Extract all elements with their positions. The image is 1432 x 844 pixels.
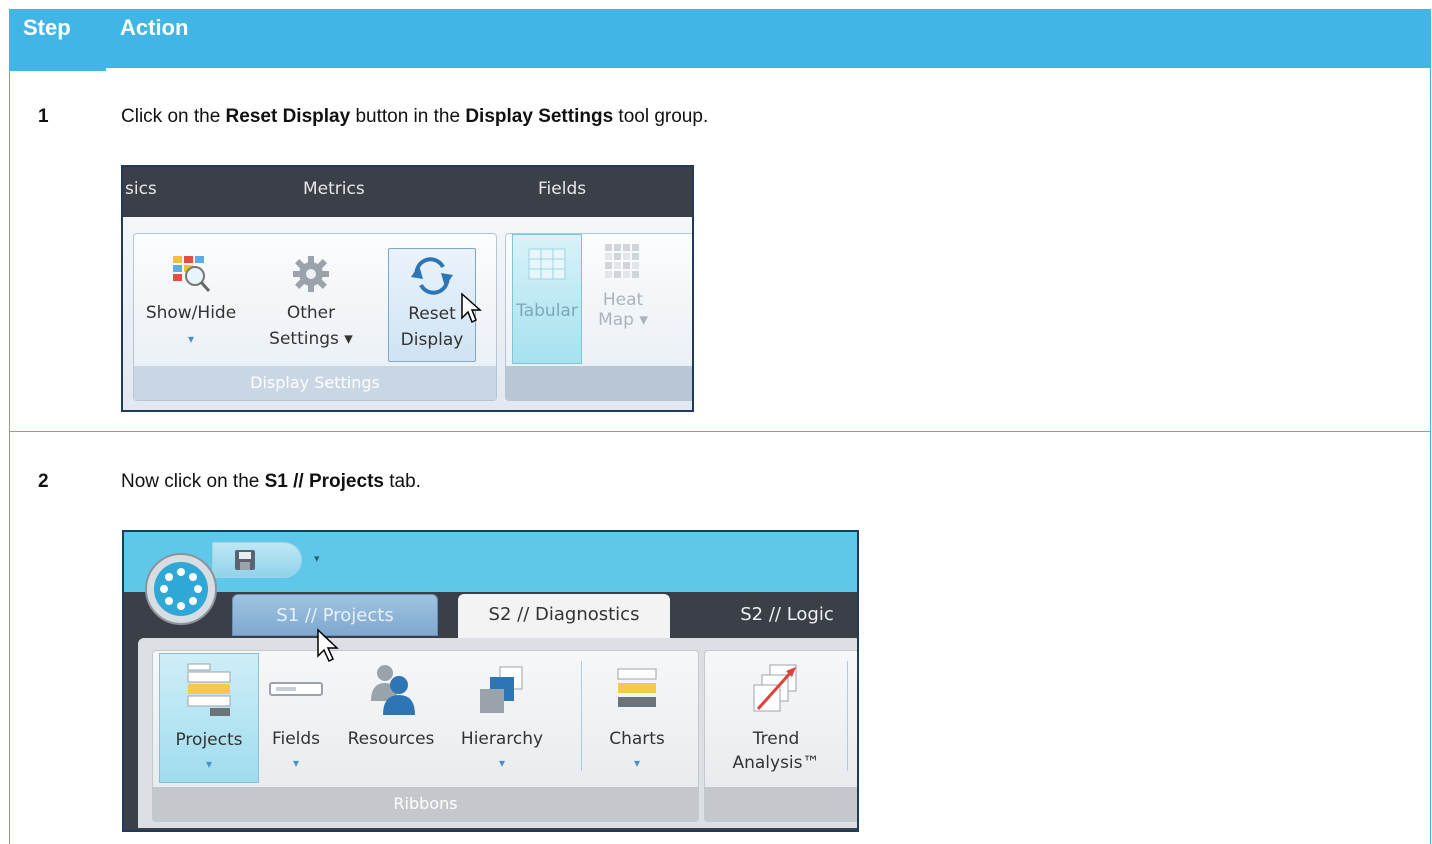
step-2-screenshot: ▾ S1 // Projects S2 // Diagnostics S2 //… <box>122 530 859 832</box>
tab-metrics[interactable]: Metrics <box>303 179 365 199</box>
ribbons-group: Projects ▾ Fields ▾ Resources Hierarchy … <box>152 650 699 822</box>
trend-analysis-icon <box>753 664 797 712</box>
resources-label: Resources <box>347 729 435 749</box>
step-1-number: 1 <box>38 106 49 127</box>
tab-s2-diagnostics[interactable]: S2 // Diagnostics <box>458 594 670 640</box>
chevron-down-icon: ▾ <box>633 756 641 770</box>
mouse-cursor-icon <box>317 628 339 663</box>
charts-icon <box>617 668 657 707</box>
projects-icon <box>187 663 231 716</box>
step-2-number: 2 <box>38 471 49 492</box>
fields-label: Fields <box>271 729 321 749</box>
reset-icon <box>411 257 453 295</box>
hierarchy-icon <box>480 666 523 713</box>
trend-analysis-label-2: Analysis™ <box>732 753 820 773</box>
quick-access-toolbar <box>212 542 302 578</box>
other-settings-label: Other <box>286 303 336 323</box>
app-logo-icon[interactable] <box>144 552 218 626</box>
trend-analysis-label: Trend <box>752 729 800 749</box>
table-header: Step Action <box>9 9 1431 71</box>
projects-label: Projects <box>175 730 243 750</box>
step-1-screenshot: sics Metrics Fields Show/Hide ▾ Other Se… <box>121 165 694 412</box>
hierarchy-button[interactable]: Hierarchy ▾ <box>445 653 559 781</box>
fields-icon <box>269 682 323 696</box>
tabular-label: Tabular <box>516 301 578 321</box>
gear-icon <box>293 256 329 292</box>
ribbon: Show/Hide ▾ Other Settings ▾ Reset Displ… <box>123 217 692 410</box>
tab-fields[interactable]: Fields <box>538 179 586 199</box>
trend-analysis-button[interactable]: Trend Analysis™ <box>711 653 841 781</box>
tab-s2-logic[interactable]: S2 // Logic <box>712 594 857 636</box>
ribbon: Projects ▾ Fields ▾ Resources Hierarchy … <box>138 638 857 828</box>
step-1-instruction: Click on the Reset Display button in the… <box>121 106 709 127</box>
save-icon[interactable] <box>233 548 257 572</box>
charts-button[interactable]: Charts ▾ <box>589 653 685 781</box>
display-settings-group: Show/Hide ▾ Other Settings ▾ Reset Displ… <box>133 233 497 401</box>
separator <box>847 661 848 771</box>
hierarchy-label: Hierarchy <box>460 729 544 749</box>
row-divider <box>9 431 1431 432</box>
chevron-down-icon: ▾ <box>498 756 506 770</box>
fields-button[interactable]: Fields ▾ <box>261 653 331 781</box>
step-column-header: Step <box>23 15 71 40</box>
tab-diagnostics-partial[interactable]: sics <box>125 179 157 199</box>
view-group: Tabular Heat Map ▾ <box>505 233 692 401</box>
tabular-button[interactable]: Tabular <box>512 234 582 364</box>
reset-display-label-2: Display <box>400 330 464 350</box>
chevron-down-icon: ▾ <box>292 756 300 770</box>
ribbon-tab-bar: sics Metrics Fields <box>123 167 692 217</box>
chevron-down-icon: ▾ <box>187 332 195 346</box>
separator <box>581 661 582 771</box>
projects-button[interactable]: Projects ▾ <box>159 653 259 783</box>
qat-dropdown-icon[interactable]: ▾ <box>314 552 320 565</box>
heat-map-button[interactable]: Heat Map ▾ <box>588 234 658 362</box>
charts-label: Charts <box>609 729 665 749</box>
show-hide-button[interactable]: Show/Hide ▾ <box>142 248 240 360</box>
heat-map-icon <box>605 244 639 278</box>
view-group-label <box>506 366 692 400</box>
heat-map-label-2: Map ▾ <box>598 310 648 330</box>
mouse-cursor-icon <box>461 292 482 324</box>
other-settings-label-2: Settings ▾ <box>269 329 353 349</box>
chevron-down-icon: ▾ <box>205 757 213 771</box>
display-settings-group-label: Display Settings <box>134 366 496 400</box>
show-hide-icon <box>173 256 211 292</box>
show-hide-label: Show/Hide <box>145 303 237 323</box>
grid-icon <box>528 248 566 280</box>
resources-icon <box>371 665 415 715</box>
resources-button[interactable]: Resources <box>339 653 443 781</box>
analysis-group-label <box>705 787 857 821</box>
step-2-instruction: Now click on the S1 // Projects tab. <box>121 471 421 492</box>
other-settings-button[interactable]: Other Settings ▾ <box>266 248 356 360</box>
ribbons-group-label: Ribbons <box>153 787 698 821</box>
action-column-header: Action <box>120 15 189 40</box>
heat-map-label: Heat <box>602 290 644 310</box>
analysis-group: Trend Analysis™ <box>704 650 857 822</box>
